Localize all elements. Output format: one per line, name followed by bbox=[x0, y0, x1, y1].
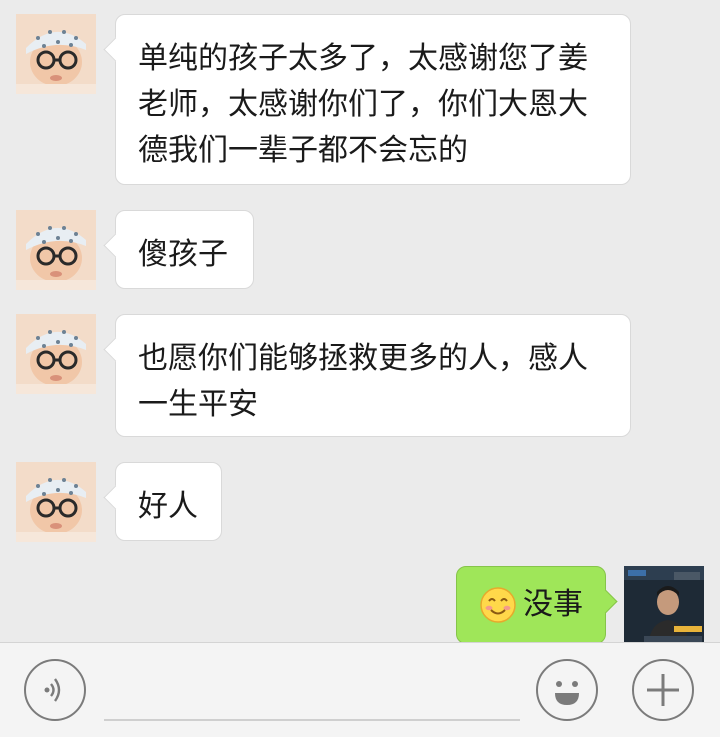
message-input[interactable] bbox=[104, 719, 520, 721]
message-text: 没事 bbox=[523, 587, 583, 622]
contact-avatar[interactable] bbox=[16, 210, 96, 290]
message-text: 也愿你们能够拯救更多的人，感人一生平安 bbox=[138, 341, 588, 422]
contact-avatar[interactable] bbox=[16, 314, 96, 394]
voice-icon bbox=[44, 678, 61, 702]
message-bubble-outgoing[interactable]: 没事 bbox=[456, 566, 606, 644]
chat-screen: 单纯的孩子太多了，太感谢您了姜老师，太感谢你们了，你们大恩大德我们一辈子都不会忘… bbox=[0, 0, 720, 737]
emoji-button[interactable] bbox=[536, 659, 598, 721]
chat-input-bar bbox=[0, 642, 720, 737]
plus-icon bbox=[647, 674, 679, 706]
contact-avatar[interactable] bbox=[16, 14, 96, 94]
self-avatar[interactable] bbox=[624, 566, 704, 646]
smiling-face-emoji-icon bbox=[479, 586, 517, 624]
voice-toggle-button[interactable] bbox=[24, 659, 86, 721]
message-bubble-incoming[interactable]: 单纯的孩子太多了，太感谢您了姜老师，太感谢你们了，你们大恩大德我们一辈子都不会忘… bbox=[115, 14, 631, 185]
message-text: 傻孩子 bbox=[138, 237, 228, 272]
message-text: 单纯的孩子太多了，太感谢您了姜老师，太感谢你们了，你们大恩大德我们一辈子都不会忘… bbox=[138, 41, 588, 168]
contact-avatar[interactable] bbox=[16, 462, 96, 542]
message-bubble-incoming[interactable]: 好人 bbox=[115, 462, 222, 541]
emoji-face-icon bbox=[555, 681, 579, 705]
message-bubble-incoming[interactable]: 傻孩子 bbox=[115, 210, 254, 289]
message-bubble-incoming[interactable]: 也愿你们能够拯救更多的人，感人一生平安 bbox=[115, 314, 631, 437]
more-actions-button[interactable] bbox=[632, 659, 694, 721]
message-text: 好人 bbox=[138, 489, 198, 524]
